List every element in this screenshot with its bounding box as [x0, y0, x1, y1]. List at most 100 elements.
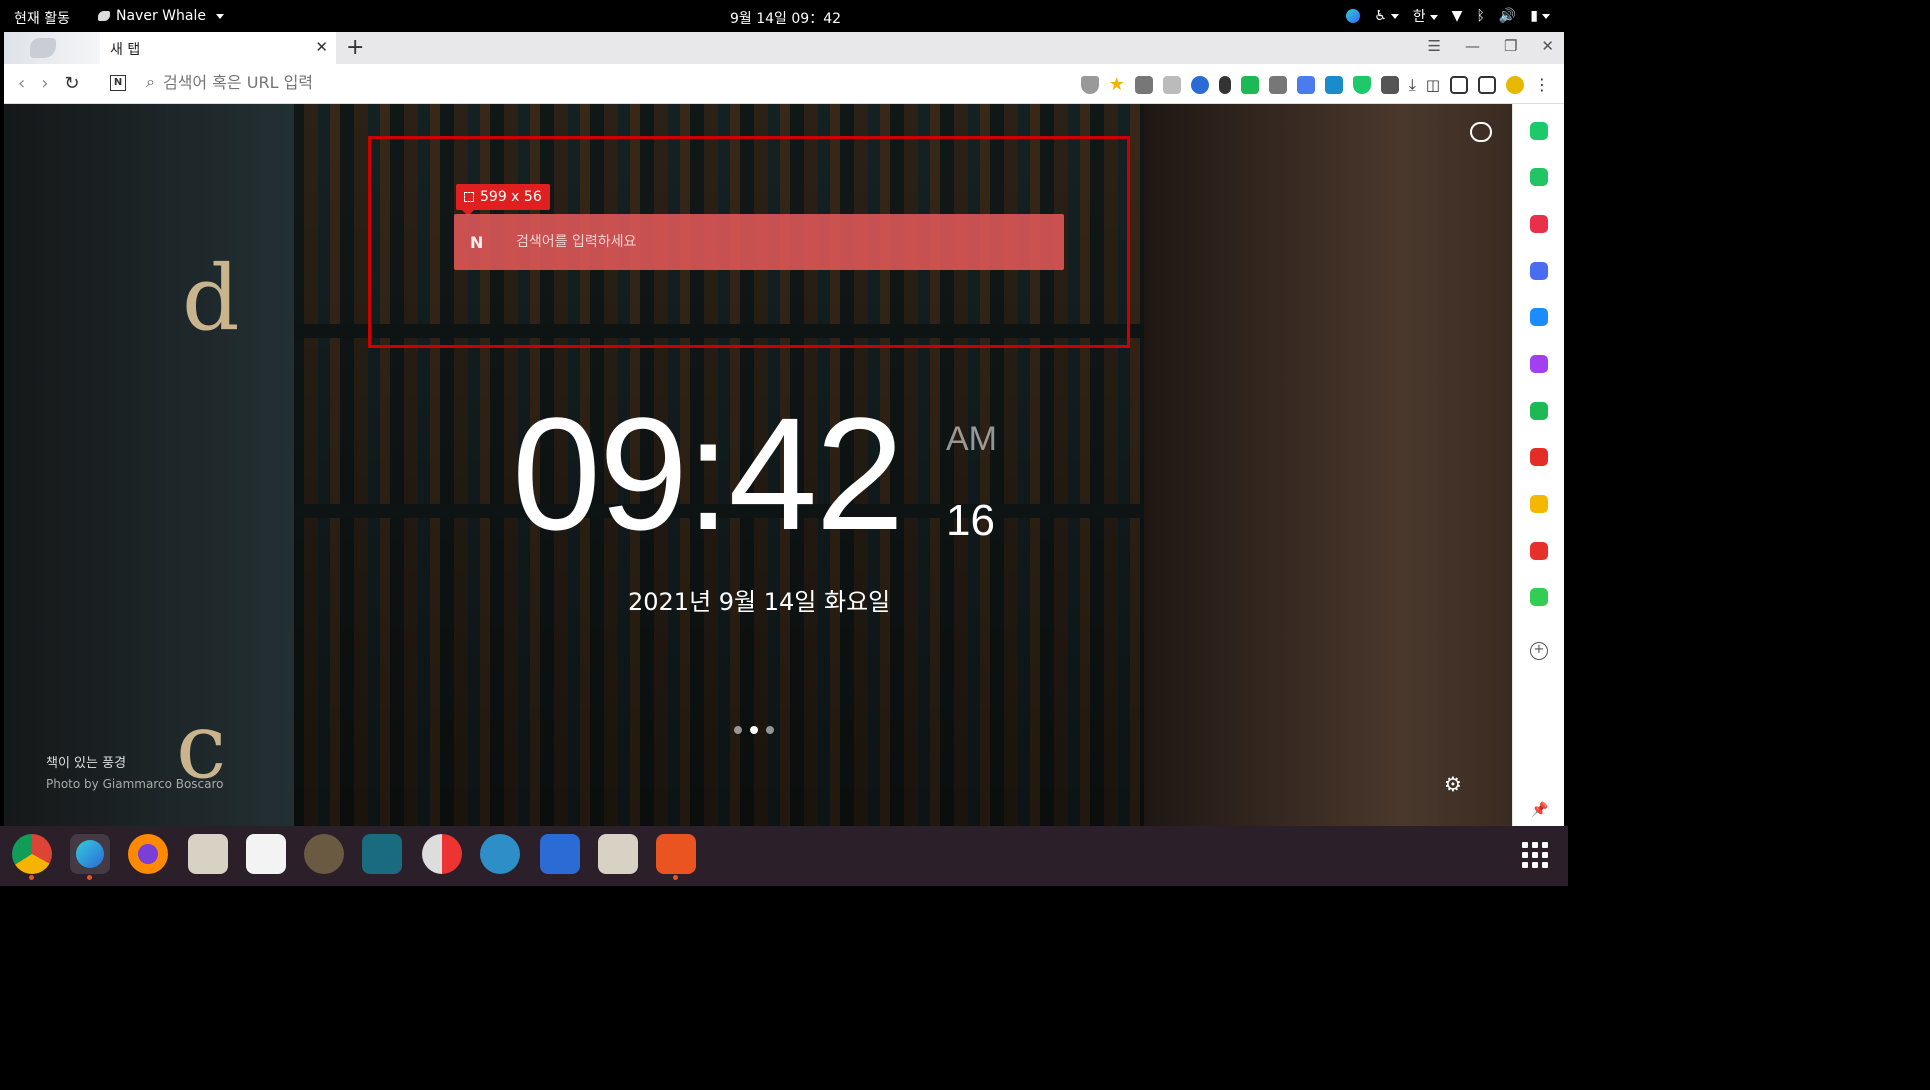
extension-icon[interactable] [1380, 75, 1399, 94]
more-menu-icon[interactable]: ⋮ [1534, 75, 1550, 94]
naver-whale-icon[interactable] [70, 834, 110, 880]
naver-logo-icon: N [470, 233, 484, 252]
adblock-icon[interactable] [1352, 75, 1371, 94]
browser-window: 새 탭 ✕ + ☰ — ❐ ✕ ‹ › ↻ N ⌕ ★ [4, 32, 1564, 826]
download-icon[interactable]: ⤓ [1409, 75, 1416, 95]
chat-bubble-icon[interactable] [1470, 122, 1492, 142]
split-view-icon[interactable] [1478, 75, 1496, 94]
tab-bar: 새 탭 ✕ + ☰ — ❐ ✕ [4, 32, 1564, 64]
omnibox[interactable]: ⌕ [146, 72, 763, 92]
evernote-icon[interactable] [1240, 75, 1259, 94]
wallpaper-left-panel [4, 104, 294, 826]
selection-icon [464, 192, 474, 202]
sidebar-item-youtube[interactable] [1530, 448, 1548, 466]
whale-app-icon [98, 11, 110, 21]
search-icon: ⌕ [146, 72, 155, 91]
folder-icon[interactable] [598, 834, 638, 874]
whale-home-tab[interactable] [4, 32, 100, 64]
extension-toolbar: ★ ⤓ ◫ ⋮ [1080, 74, 1550, 95]
sidebar-item-favorites[interactable] [1530, 495, 1548, 513]
sync-icon[interactable] [1324, 75, 1343, 94]
sidebar-item-pocket[interactable] [1530, 215, 1548, 233]
accessibility-icon[interactable]: ♿ [1374, 8, 1399, 24]
sidebar-item-tools[interactable] [1530, 262, 1548, 280]
close-window-button[interactable]: ✕ [1541, 37, 1554, 55]
clock-seconds: 16 [946, 496, 995, 545]
sidebar-item-idea[interactable] [1530, 355, 1548, 373]
menu-icon[interactable]: ☰ [1428, 37, 1441, 55]
chevron-down-icon [215, 13, 224, 19]
pagination-dot[interactable] [766, 726, 774, 734]
forward-button[interactable]: › [41, 73, 48, 94]
gimp-icon[interactable] [304, 834, 344, 874]
mouse-icon[interactable] [1218, 75, 1231, 94]
url-input[interactable] [162, 72, 763, 92]
new-tab-button[interactable]: + [346, 35, 364, 60]
naver-search-icon[interactable]: N [110, 75, 126, 91]
clock-time: 09:42 [512, 384, 904, 563]
pagination-dot-active[interactable] [750, 726, 758, 734]
minimize-button[interactable]: — [1465, 37, 1480, 55]
system-top-bar: 현재 활동 Naver Whale 9월 14일 09：42 ♿ 한 ▼ ᛒ 🔊… [0, 0, 1568, 32]
clock-date: 2021년 9월 14일 화요일 [628, 588, 891, 616]
pagination-dot[interactable] [734, 726, 742, 734]
wallpaper-credit[interactable]: Photo by Giammarco Boscaro [46, 777, 224, 791]
window-controls: ☰ — ❐ ✕ [1428, 37, 1554, 55]
sidebar-item-papago[interactable] [1530, 308, 1548, 326]
wifi-icon[interactable]: ▼ [1452, 8, 1463, 24]
pin-icon[interactable]: 📌 [1531, 802, 1548, 818]
sidebar-item-chat[interactable] [1530, 168, 1548, 186]
app-name: Naver Whale [116, 8, 206, 24]
bluetooth-icon[interactable]: ᛒ [1476, 8, 1484, 24]
gear-icon[interactable]: ⚙ [1444, 772, 1462, 796]
clock-ampm: AM [946, 420, 997, 458]
address-bar: ‹ › ↻ N ⌕ ★ ⤓ ◫ ⋮ [4, 64, 1564, 104]
search-input[interactable] [516, 234, 1016, 250]
globe-icon[interactable] [1190, 75, 1209, 94]
reader-mode-icon[interactable] [1450, 75, 1468, 94]
mail-icon[interactable] [1162, 75, 1181, 94]
add-sidebar-item-button[interactable]: + [1530, 642, 1548, 660]
sidebar-item-whale-on[interactable] [1530, 122, 1548, 140]
volume-icon[interactable]: 🔊 [1499, 8, 1516, 24]
input-method[interactable]: 한 [1413, 6, 1438, 26]
naver-search-box[interactable]: N [454, 214, 1064, 270]
screenshot-ext-icon[interactable] [1268, 75, 1287, 94]
sidebar-item-naver[interactable] [1530, 588, 1548, 606]
whale-sidebar: + 📌 [1512, 104, 1564, 826]
profile-avatar[interactable] [1506, 75, 1524, 94]
maximize-button[interactable]: ❐ [1504, 37, 1517, 55]
app-menu[interactable]: Naver Whale [98, 8, 224, 24]
shield-icon[interactable] [1080, 75, 1099, 94]
libreoffice-impress-icon[interactable] [540, 834, 580, 874]
sidebar-item-bookmark[interactable] [1530, 402, 1548, 420]
collections-icon[interactable] [1134, 75, 1153, 94]
firefox-icon[interactable] [128, 834, 168, 874]
close-icon[interactable]: ✕ [315, 38, 328, 56]
text-editor-icon[interactable] [246, 834, 286, 874]
whale-tray-icon[interactable] [1346, 9, 1361, 23]
screen-recorder-icon[interactable] [422, 834, 462, 874]
wallpaper-pagination [734, 726, 774, 734]
reload-button[interactable]: ↻ [64, 73, 79, 94]
dimension-label: 599 x 56 [480, 189, 542, 205]
tab-title: 새 탭 [110, 42, 141, 58]
system-clock[interactable]: 9월 14일 09：42 [730, 8, 841, 28]
wallpaper-title: 책이 있는 풍경 [46, 756, 127, 771]
system-tray: ♿ 한 ▼ ᛒ 🔊 ▮ [1346, 6, 1550, 26]
software-center-icon[interactable] [656, 834, 696, 880]
whale-logo-icon [30, 38, 56, 58]
translate-icon[interactable] [1296, 75, 1315, 94]
shutter-icon[interactable] [480, 834, 520, 874]
battery-icon[interactable]: ▮ [1530, 8, 1550, 24]
panel-icon[interactable] [362, 834, 402, 874]
show-applications-button[interactable] [1522, 842, 1548, 868]
files-icon[interactable] [188, 834, 228, 874]
activities-button[interactable]: 현재 활동 [14, 8, 70, 28]
sidebar-item-now[interactable] [1530, 542, 1548, 560]
chrome-icon[interactable] [12, 834, 52, 880]
star-icon[interactable]: ★ [1109, 74, 1125, 95]
tab-new-tab[interactable]: 새 탭 ✕ [100, 32, 336, 64]
back-button[interactable]: ‹ [18, 73, 25, 94]
camera-icon[interactable]: ◫ [1426, 76, 1440, 94]
